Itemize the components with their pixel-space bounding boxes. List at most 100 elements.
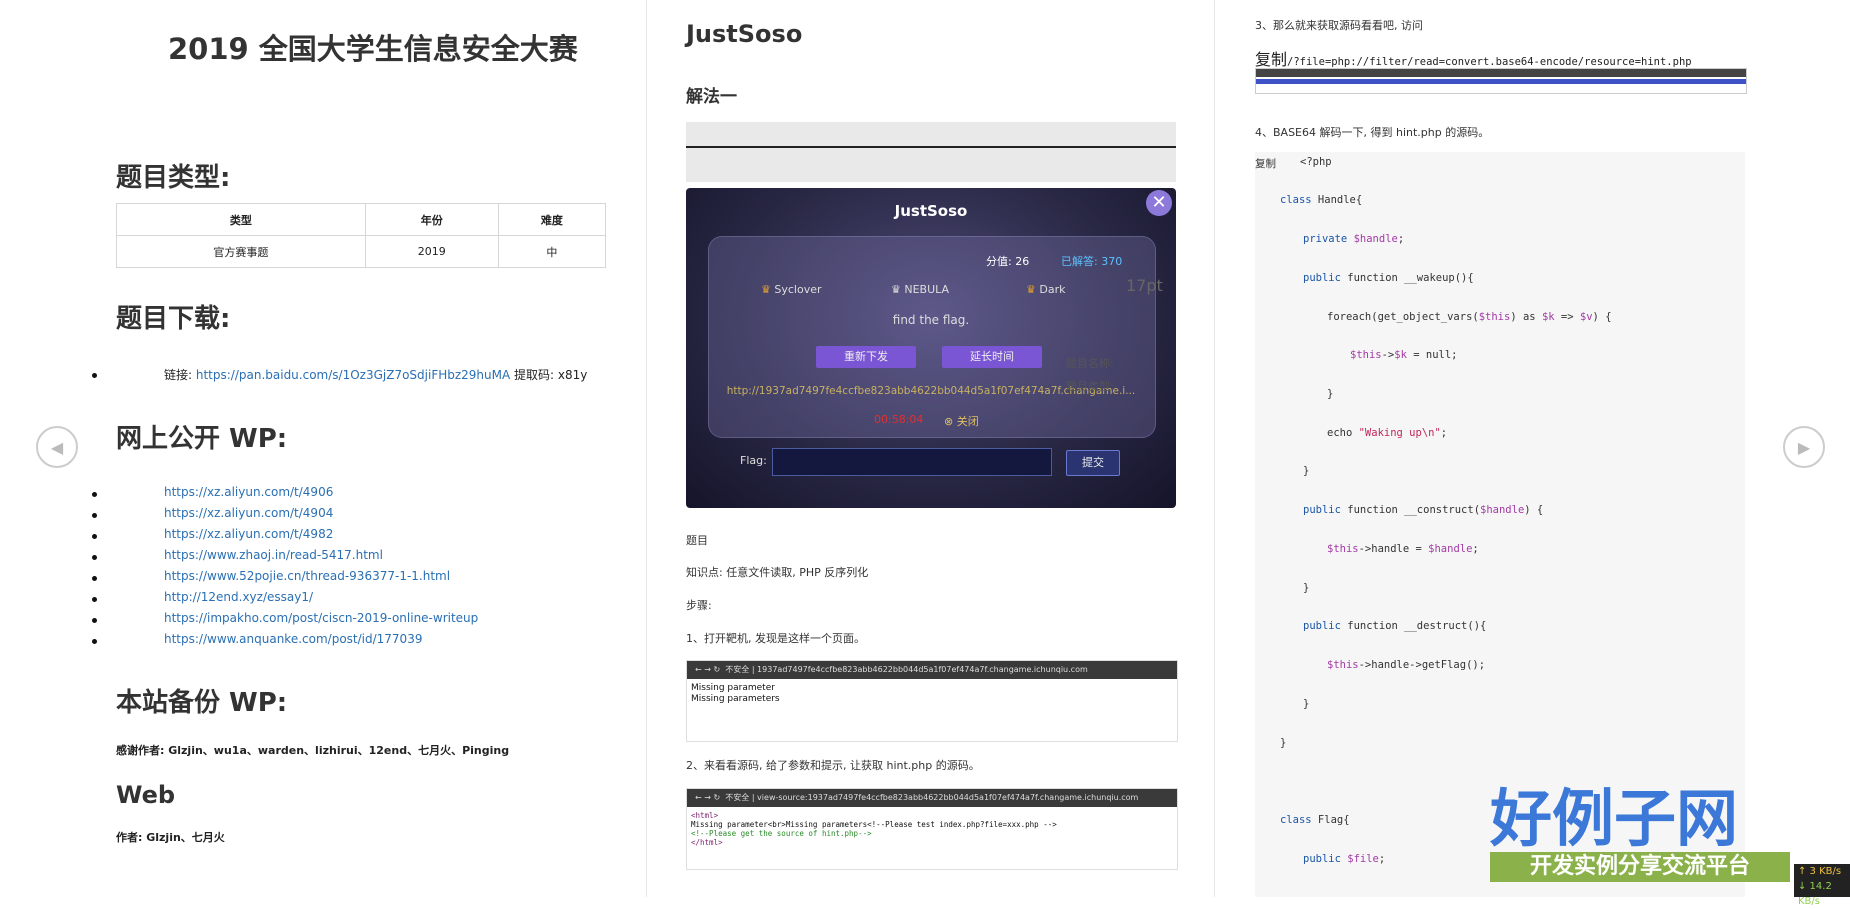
code-line: echo "Waking up\n"; [1327, 427, 1448, 439]
meta-table: 类型 年份 难度 官方赛事题 2019 中 [116, 203, 607, 268]
code-line: private $handle; [1303, 233, 1405, 245]
list-bullet [92, 513, 97, 518]
list-bullet [92, 555, 97, 560]
list-bullet [92, 373, 97, 378]
side-label: 17pt [1126, 276, 1163, 295]
query-line: 复制/?file=php://filter/read=convert.base6… [1255, 46, 1692, 70]
article-title: JustSoso [686, 20, 803, 48]
crown-icon: ♛ [1026, 283, 1036, 296]
arrow-left-icon: ◀ [50, 437, 64, 457]
upload-speed: ↑ 3 KB/s [1798, 866, 1842, 877]
list-bullet [92, 597, 97, 602]
next-page-button[interactable]: ▶ [1783, 426, 1825, 468]
site-logo-tagline: 开发实例分享交流平台 [1490, 852, 1790, 882]
heading-backup: 本站备份 WP: [116, 688, 288, 718]
list-bullet [92, 534, 97, 539]
wp-link[interactable]: https://www.52pojie.cn/thread-936377-1-1… [164, 569, 450, 583]
prompt-text: find the flag. [892, 313, 970, 327]
label-problem: 题目 [686, 534, 708, 547]
copy-button[interactable]: 复制 [1255, 156, 1276, 171]
code-line: $this->$k = null; [1350, 349, 1458, 361]
crown-icon: ♛ [891, 283, 901, 296]
page-body: Missing parameter Missing parameters [691, 683, 780, 704]
heading-wp: 网上公开 WP: [116, 424, 288, 454]
table-header: 类型 [116, 203, 366, 236]
wp-link[interactable]: https://xz.aliyun.com/t/4904 [164, 506, 333, 520]
table-header: 难度 [497, 203, 607, 236]
code-line: $this->handle = $handle; [1327, 543, 1479, 555]
network-speed-widget: ↑ 3 KB/s ↓ 14.2 KB/s [1794, 864, 1850, 907]
team-3: ♛ Dark [1026, 283, 1066, 296]
wp-link[interactable]: http://12end.xyz/essay1/ [164, 590, 313, 604]
timer: 00:58:04 [874, 413, 924, 426]
base64-output-image [1255, 68, 1747, 94]
flag-label: Flag: [740, 454, 767, 467]
table-header: 年份 [364, 203, 499, 236]
flag-input[interactable] [772, 448, 1052, 476]
download-code: 提取码: x81y [510, 368, 588, 382]
browser-bar: ← → ↻ 不安全 | view-source:1937ad7497fe4ccf… [687, 789, 1177, 807]
code-line: public function __wakeup(){ [1303, 272, 1474, 284]
step1-text: 1、打开靶机, 发现是这样一个页面。 [686, 632, 865, 645]
heading-type: 题目类型: [116, 163, 231, 193]
close-button[interactable]: ⊗ 关闭 [944, 413, 979, 429]
site-logo: 好例子网 [1490, 782, 1739, 855]
code-line: } [1303, 582, 1310, 594]
step2-text: 2、来看看源码, 给了参数和提示, 让获取 hint.php 的源码。 [686, 759, 980, 772]
code-line: } [1280, 737, 1287, 749]
wp-link[interactable]: https://www.anquanke.com/post/id/177039 [164, 632, 422, 646]
step4-text: 4、BASE64 解码一下, 得到 hint.php 的源码。 [1255, 126, 1490, 139]
page-title: 2019 全国大学生信息安全大赛 [168, 32, 578, 66]
step3-text: 3、那么就来获取源码看看吧, 访问 [1255, 19, 1423, 32]
empty-code-block [686, 122, 1176, 182]
bg-type-label: 题目类型: [1066, 380, 1114, 393]
code-line: public function __construct($handle) { [1303, 504, 1544, 516]
code-line: foreach(get_object_vars($this) as $k => … [1327, 311, 1612, 323]
middle-column: JustSoso 解法一 JustSoso ✕ 分值: 26 已解答: 370 … [646, 0, 1214, 897]
heading-solution: 解法一 [686, 87, 737, 107]
query-text: /?file=php://filter/read=convert.base64-… [1287, 56, 1692, 68]
list-bullet [92, 639, 97, 644]
solved-text: 已解答: 370 [1061, 255, 1123, 268]
right-column: 3、那么就来获取源码看看吧, 访问 复制/?file=php://filter/… [1214, 0, 1850, 897]
code-line: } [1327, 388, 1334, 400]
table-cell: 2019 [364, 235, 499, 268]
download-label: 链接: [164, 368, 196, 382]
table-cell: 官方赛事题 [116, 235, 366, 268]
source-body: <html> Missing parameter<br>Missing para… [691, 811, 1057, 847]
code-line: class Flag{ [1280, 814, 1350, 826]
download-link[interactable]: https://pan.baidu.com/s/1Oz3GjZ7oSdjiFHb… [196, 368, 510, 382]
left-column: 2019 全国大学生信息安全大赛 题目类型: 类型 年份 难度 官方赛事题 20… [0, 0, 645, 897]
author-text: 作者: Glzjin、七月火 [116, 831, 225, 844]
download-line: 链接: https://pan.baidu.com/s/1Oz3GjZ7oSdj… [164, 366, 587, 383]
code-line: public $file; [1303, 853, 1386, 865]
team-1: ♛ Syclover [761, 283, 822, 296]
screenshot-missing-param: ← → ↻ 不安全 | 1937ad7497fe4ccfbe823abb4622… [686, 660, 1178, 742]
prev-page-button[interactable]: ◀ [36, 426, 78, 468]
submit-button[interactable]: 提交 [1066, 450, 1120, 476]
knowledge-text: 知识点: 任意文件读取, PHP 反序列化 [686, 566, 869, 579]
copy-button[interactable]: 复制 [1255, 50, 1287, 69]
code-line: <?php [1300, 156, 1332, 168]
challenge-screenshot: JustSoso ✕ 分值: 26 已解答: 370 17pt ♛ Syclov… [686, 188, 1176, 508]
screenshot-view-source: ← → ↻ 不安全 | view-source:1937ad7497fe4ccf… [686, 788, 1178, 870]
score-text: 分值: 26 [986, 255, 1030, 268]
redownload-button[interactable]: 重新下发 [816, 346, 916, 368]
game-title: JustSoso [894, 202, 968, 220]
code-line: public function __destruct(){ [1303, 620, 1487, 632]
extend-button[interactable]: 延长时间 [942, 346, 1042, 368]
wp-link[interactable]: https://xz.aliyun.com/t/4906 [164, 485, 333, 499]
list-bullet [92, 492, 97, 497]
wp-link[interactable]: https://impakho.com/post/ciscn-2019-onli… [164, 611, 478, 625]
wp-link[interactable]: https://www.zhaoj.in/read-5417.html [164, 548, 383, 562]
code-line: class Handle{ [1280, 194, 1363, 206]
wp-link[interactable]: https://xz.aliyun.com/t/4982 [164, 527, 333, 541]
code-line: } [1303, 465, 1310, 477]
heading-download: 题目下载: [116, 304, 231, 334]
close-icon[interactable]: ✕ [1146, 190, 1172, 216]
download-speed: ↓ 14.2 KB/s [1798, 881, 1832, 907]
code-line: $this->handle->getFlag(); [1327, 659, 1486, 671]
crown-icon: ♛ [761, 283, 771, 296]
thanks-text: 感谢作者: Glzjin、wu1a、warden、lizhirui、12end、… [116, 744, 510, 757]
code-line: } [1303, 698, 1310, 710]
